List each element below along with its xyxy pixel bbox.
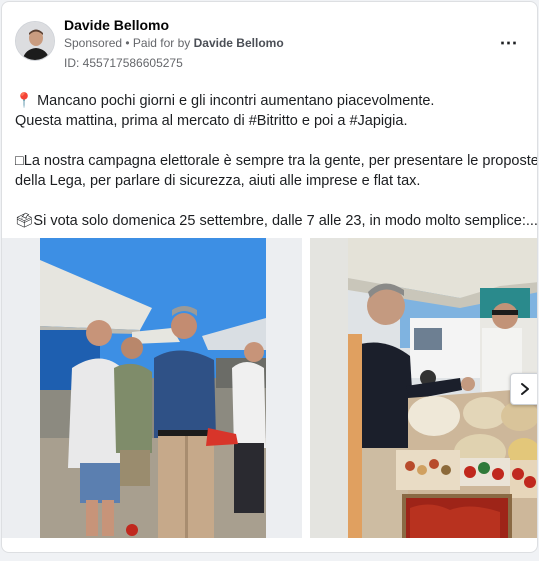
post-text-line: □La nostra campagna elettorale è sempre … [15,153,538,169]
post-text: 📍 Mancano pochi giorni e gli incontri au… [15,91,538,231]
sponsored-line: Sponsored • Paid for by Davide Bellomo [64,36,284,50]
ad-id: ID: 455717586605275 [64,56,183,70]
meta-separator: • [122,36,133,50]
author-name[interactable]: Davide Bellomo [64,17,169,33]
chevron-right-icon [521,383,529,395]
more-options-button[interactable]: ⋯ [494,32,522,54]
carousel-image-1[interactable] [2,238,302,538]
post-text-line: della Lega, per parlare di sicurezza, ai… [15,173,421,189]
carousel-image-2[interactable] [310,238,537,538]
market-photo-1 [2,238,302,538]
person-avatar-icon [16,22,54,60]
paid-for-prefix: Paid for by [132,36,194,50]
ad-card: Davide Bellomo Sponsored • Paid for by D… [1,1,538,553]
more-options-icon: ⋯ [499,32,518,53]
post-text-line[interactable]: 🗳Si vota solo domenica 25 settembre, dal… [15,211,537,231]
post-text-line: 📍 Mancano pochi giorni e gli incontri au… [15,93,435,109]
avatar[interactable] [15,21,55,61]
image-carousel[interactable] [2,238,537,538]
sponsored-label: Sponsored [64,36,123,50]
carousel-next-button[interactable] [510,373,537,405]
paid-for-name[interactable]: Davide Bellomo [194,36,284,50]
market-photo-2 [310,238,537,538]
post-text-line: Questa mattina, prima al mercato di #Bit… [15,113,408,129]
